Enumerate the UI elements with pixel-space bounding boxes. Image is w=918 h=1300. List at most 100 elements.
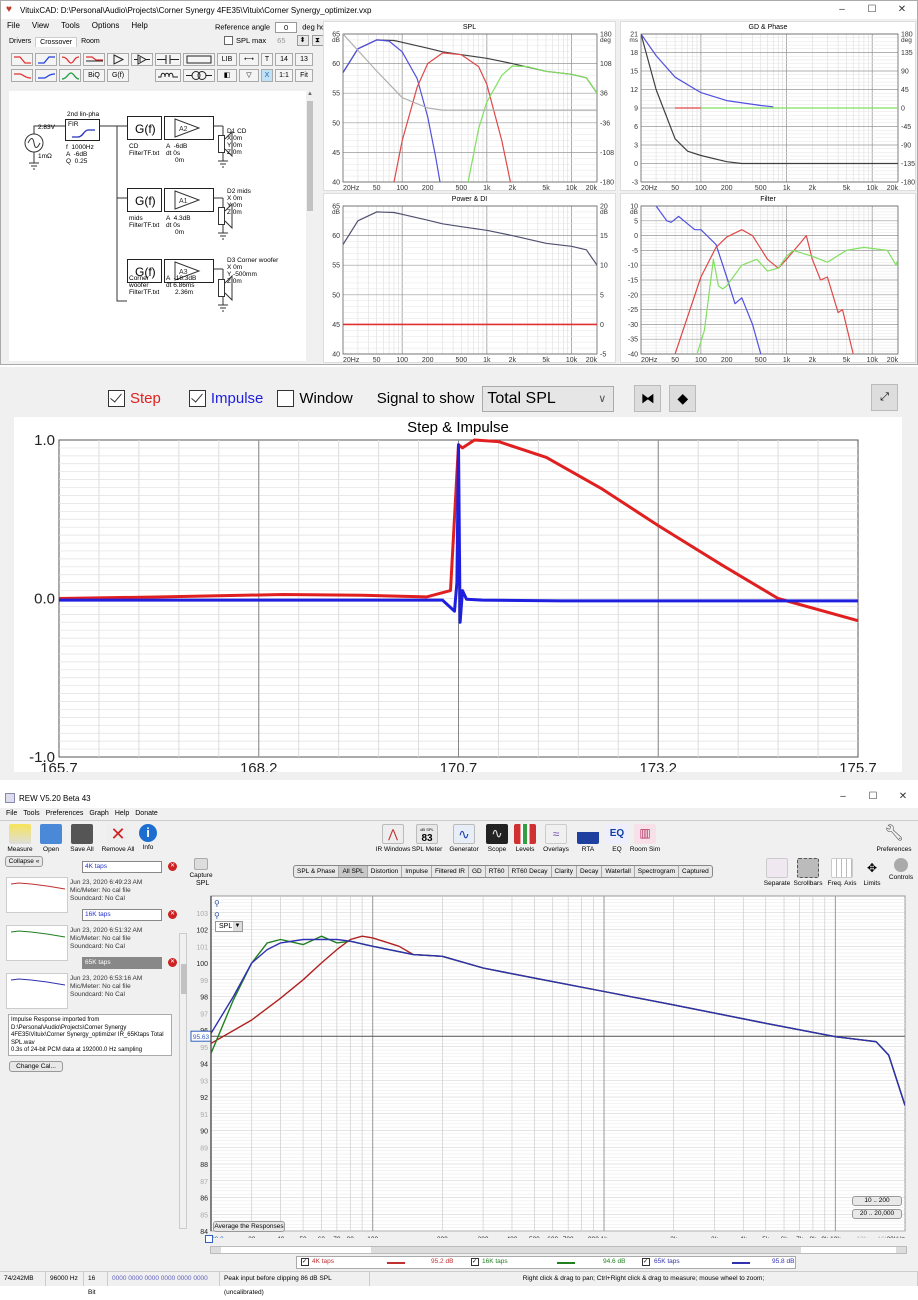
legend-checkbox-1[interactable]: ✓ <box>301 1258 309 1266</box>
updown-icon[interactable]: ⬍ <box>296 35 309 46</box>
scroll-up-icon[interactable]: ▲ <box>307 91 313 97</box>
shelf-button[interactable] <box>83 53 105 66</box>
menu-preferences[interactable]: Preferences <box>46 810 84 817</box>
menu-help[interactable]: Help <box>115 810 129 817</box>
menu-help[interactable]: Help <box>131 21 147 30</box>
transformer-button[interactable] <box>183 69 215 82</box>
minimize-button[interactable]: – <box>827 1 857 19</box>
gf-block-cd[interactable]: G(f) <box>127 116 162 140</box>
impulse-checkbox[interactable] <box>188 390 206 407</box>
biquad-button[interactable]: BiQ <box>83 69 105 82</box>
library-button[interactable]: LIB <box>217 53 237 66</box>
schematic-scrollbar[interactable]: ▲ <box>306 91 315 361</box>
save-all-button[interactable]: Save All <box>63 824 101 853</box>
menu-graph[interactable]: Graph <box>89 810 108 817</box>
driver-button[interactable]: ◧ <box>217 69 237 82</box>
tab-impulse[interactable]: Impulse <box>402 866 432 877</box>
tab-rt60[interactable]: RT60 <box>486 866 509 877</box>
minimize-button[interactable]: – <box>828 788 858 806</box>
font-13-button[interactable]: 13 <box>295 53 313 66</box>
measurement-3[interactable]: 65K taps ✕ Jun 23, 2020 6:53:16 AM Mic/Me… <box>6 957 177 1009</box>
fit-button[interactable]: Fit <box>295 69 313 82</box>
menu-file[interactable]: File <box>6 810 17 817</box>
delete-icon[interactable]: ✕ <box>168 862 177 871</box>
bandpass-button[interactable] <box>59 69 81 82</box>
menu-file[interactable]: File <box>7 21 20 30</box>
wire-button[interactable]: ⟷ <box>239 53 259 66</box>
fir-block[interactable]: FIR <box>65 119 100 141</box>
gf-block-mids[interactable]: G(f) <box>127 188 162 212</box>
measurement-name-input[interactable]: 16K taps <box>82 909 162 921</box>
expand-horizontal-button[interactable]: ◆ <box>669 385 697 412</box>
tab-decay[interactable]: Decay <box>577 866 603 877</box>
x-button[interactable]: X <box>261 69 273 82</box>
measurement-notes[interactable]: Impulse Response imported from D:\Person… <box>8 1014 172 1056</box>
scrollbar-thumb[interactable] <box>307 101 313 211</box>
menu-donate[interactable]: Donate <box>135 810 158 817</box>
delete-icon[interactable]: ✕ <box>168 958 177 967</box>
tab-room[interactable]: Room <box>77 37 104 47</box>
tab-crossover[interactable]: Crossover <box>35 37 78 47</box>
transfer-function-button[interactable]: G(f) <box>107 69 129 82</box>
average-responses-button[interactable]: Average the Responses <box>213 1221 285 1232</box>
lowpass2-button[interactable] <box>11 69 33 82</box>
lowpass-red-button[interactable] <box>11 53 33 66</box>
close-button[interactable]: ✕ <box>888 788 918 806</box>
capacitor-button[interactable] <box>155 53 181 66</box>
menu-view[interactable]: View <box>32 21 49 30</box>
resistor-button[interactable] <box>183 53 215 66</box>
amp-block-a2[interactable]: A2 <box>164 116 214 140</box>
text-button[interactable]: T <box>261 53 273 66</box>
spl-max-checkbox[interactable] <box>224 36 233 45</box>
tab-filtered-ir[interactable]: Filtered IR <box>432 866 469 877</box>
ratio-button[interactable]: 1:1 <box>275 69 293 82</box>
legend-checkbox-3[interactable]: ✓ <box>642 1258 650 1266</box>
capture-button[interactable]: Capture <box>183 858 219 879</box>
buffer-button[interactable] <box>107 53 129 66</box>
reference-angle-input[interactable]: 0 <box>275 22 298 33</box>
maximize-button[interactable]: ☐ <box>858 788 888 806</box>
signal-select[interactable]: Total SPL ∨ <box>482 385 615 412</box>
menu-tools[interactable]: Tools <box>61 21 80 30</box>
tab-clarity[interactable]: Clarity <box>552 866 577 877</box>
delete-icon[interactable]: ✕ <box>168 910 177 919</box>
menu-options[interactable]: Options <box>92 21 120 30</box>
measurement-name-input[interactable]: 65K taps <box>82 957 162 969</box>
tab-spl-phase[interactable]: SPL & Phase <box>294 866 340 877</box>
menu-tools[interactable]: Tools <box>23 810 39 817</box>
info-button[interactable]: i Info <box>129 824 167 851</box>
spl-meter-button[interactable]: dB SPL 83 SPL Meter <box>407 824 447 853</box>
horizontal-scrollbar[interactable] <box>210 1246 907 1254</box>
inverting-buffer-button[interactable] <box>131 53 153 66</box>
spl-max-value[interactable]: 65 <box>277 36 285 45</box>
amp-block-a1[interactable]: A1 <box>164 188 214 212</box>
controls-button[interactable]: Controls <box>882 858 918 881</box>
scrollbar-thumb[interactable] <box>181 964 187 994</box>
highpass2-button[interactable] <box>35 69 57 82</box>
scrollbars-button[interactable]: Scrollbars <box>789 858 827 887</box>
legend-checkbox-2[interactable]: ✓ <box>471 1258 479 1266</box>
tab-waterfall[interactable]: Waterfall <box>602 866 635 877</box>
measurement-1[interactable]: 4K taps ✕ Jun 23, 2020 6:49:23 AM Mic/Met… <box>6 861 177 913</box>
inductor-button[interactable] <box>155 69 181 82</box>
preferences-button[interactable]: 🔧︎ Preferences <box>874 824 914 853</box>
font-14-button[interactable]: 14 <box>275 53 293 66</box>
fullscreen-button[interactable]: ⤢ <box>871 384 898 411</box>
tab-drivers[interactable]: Drivers <box>5 37 35 47</box>
tab-captured[interactable]: Captured <box>679 866 712 877</box>
tab-distortion[interactable]: Distortion <box>368 866 403 877</box>
tab-rt60-decay[interactable]: RT60 Decay <box>509 866 552 877</box>
maximize-button[interactable]: ☐ <box>857 1 887 19</box>
notch-red-button[interactable] <box>59 53 81 66</box>
change-cal-button[interactable]: Change Cal... <box>9 1061 63 1072</box>
tab-spectrogram[interactable]: Spectrogram <box>635 866 680 877</box>
tab-gd[interactable]: GD <box>469 866 486 877</box>
measurement-name-input[interactable]: 4K taps <box>82 861 162 873</box>
range-10-200-button[interactable]: 10 .. 200 <box>852 1196 902 1206</box>
close-button[interactable]: ✕ <box>887 1 917 19</box>
tab-all-spl[interactable]: All SPL <box>339 866 368 877</box>
step-checkbox[interactable] <box>108 390 125 407</box>
range-20-20000-button[interactable]: 20 .. 20,000 <box>852 1209 902 1219</box>
spl-select[interactable]: SPL ▼ <box>215 921 243 932</box>
measurements-scrollbar[interactable] <box>179 933 187 1229</box>
